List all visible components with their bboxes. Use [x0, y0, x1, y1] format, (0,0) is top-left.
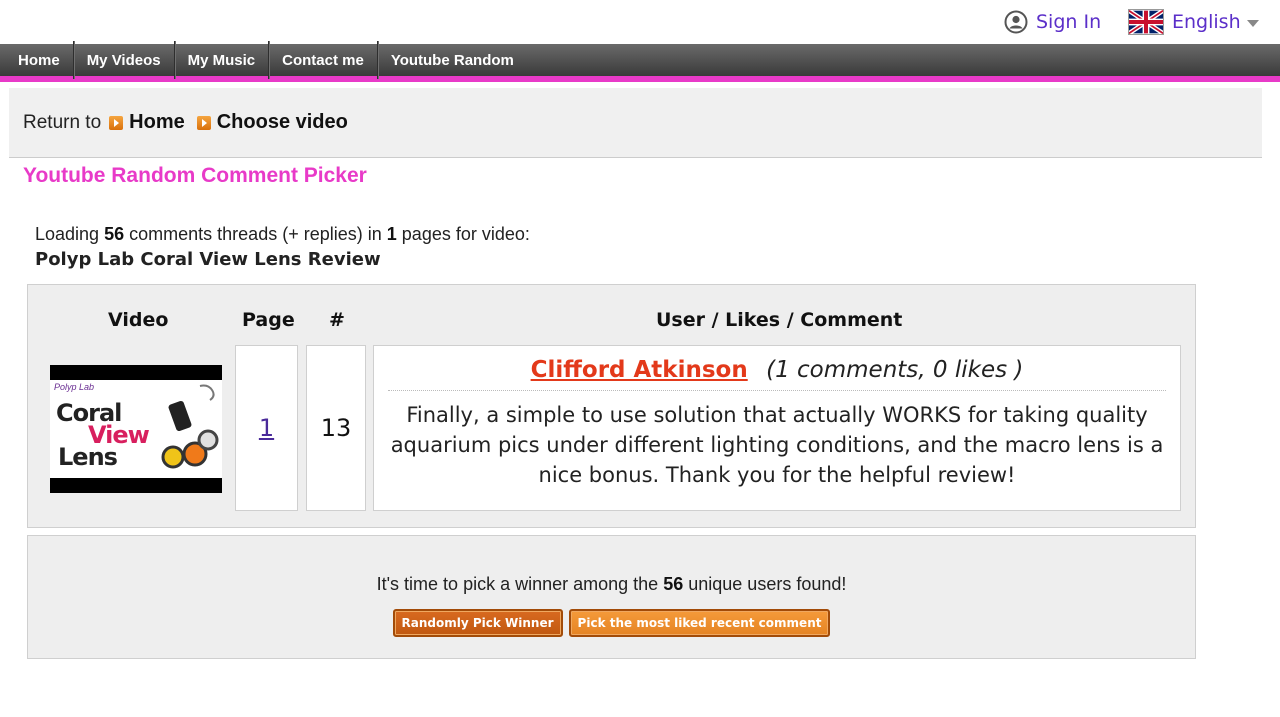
winner-message-suffix: unique users found! [688, 574, 847, 594]
winner-panel: It's time to pick a winner among the 56 … [27, 535, 1196, 659]
nav-item-my-videos[interactable]: My Videos [74, 41, 175, 79]
nav-item-contact-me[interactable]: Contact me [269, 41, 378, 79]
column-header-page: Page [242, 309, 295, 331]
page-title: Youtube Random Comment Picker [23, 164, 367, 187]
nav-item-my-music[interactable]: My Music [175, 41, 270, 79]
user-stats: (1 comments, 0 likes ) [766, 357, 1024, 383]
page-count: 1 [386, 224, 397, 244]
column-header-number: # [329, 309, 345, 331]
column-header-comment: User / Likes / Comment [656, 309, 903, 331]
unique-user-count: 56 [663, 574, 684, 594]
user-circle-icon [1004, 10, 1028, 34]
breadcrumb-link-home[interactable]: Home [129, 111, 185, 134]
arrow-right-icon [196, 115, 211, 130]
comment-text: Finally, a simple to use solution that a… [390, 403, 1164, 487]
results-table: Video Page # User / Likes / Comment Poly… [27, 284, 1196, 528]
loading-suffix: pages for video: [401, 224, 530, 244]
divider [388, 390, 1166, 391]
page-cell: 1 [235, 345, 298, 511]
sign-in-link[interactable]: Sign In [1004, 8, 1101, 36]
uk-flag-icon [1127, 8, 1165, 36]
arrow-right-icon [109, 115, 124, 130]
comment-cell: Clifford Atkinson (1 comments, 0 likes )… [373, 345, 1181, 511]
column-header-video: Video [108, 309, 169, 331]
sign-in-label: Sign In [1036, 11, 1102, 33]
video-title: Polyp Lab Coral View Lens Review [35, 249, 381, 270]
winner-message-prefix: It's time to pick a winner among the [376, 574, 659, 594]
nav-item-home[interactable]: Home [0, 41, 74, 79]
most-liked-button[interactable]: Pick the most liked recent comment [568, 609, 831, 637]
page-link[interactable]: 1 [259, 414, 274, 442]
language-label: English [1172, 11, 1241, 33]
nav-item-youtube-random[interactable]: Youtube Random [378, 41, 527, 79]
random-pick-button[interactable]: Randomly Pick Winner [392, 609, 563, 637]
chevron-down-icon [1246, 19, 1259, 27]
breadcrumb-prefix: Return to [23, 111, 102, 133]
language-selector[interactable]: English [1127, 8, 1259, 36]
thumbnail-logo: Polyp Lab [54, 382, 95, 392]
comment-number-cell: 13 [306, 345, 366, 511]
breadcrumb: Return to Home Choose video [9, 88, 1262, 158]
thumbnail-text-line3: Lens [58, 443, 118, 471]
loading-middle: comments threads (+ replies) in [129, 224, 382, 244]
loading-status: Loading 56 comments threads (+ replies) … [35, 222, 530, 272]
winner-message: It's time to pick a winner among the 56 … [28, 574, 1195, 595]
breadcrumb-link-choose-video[interactable]: Choose video [217, 111, 348, 134]
username-link[interactable]: Clifford Atkinson [531, 357, 748, 383]
top-bar: Sign In English [0, 0, 1280, 44]
loading-prefix: Loading [35, 224, 100, 244]
thread-count: 56 [104, 224, 125, 244]
video-thumbnail[interactable]: Polyp Lab Coral View Lens [50, 365, 222, 493]
main-nav: Home My Videos My Music Contact me Youtu… [0, 41, 1280, 82]
